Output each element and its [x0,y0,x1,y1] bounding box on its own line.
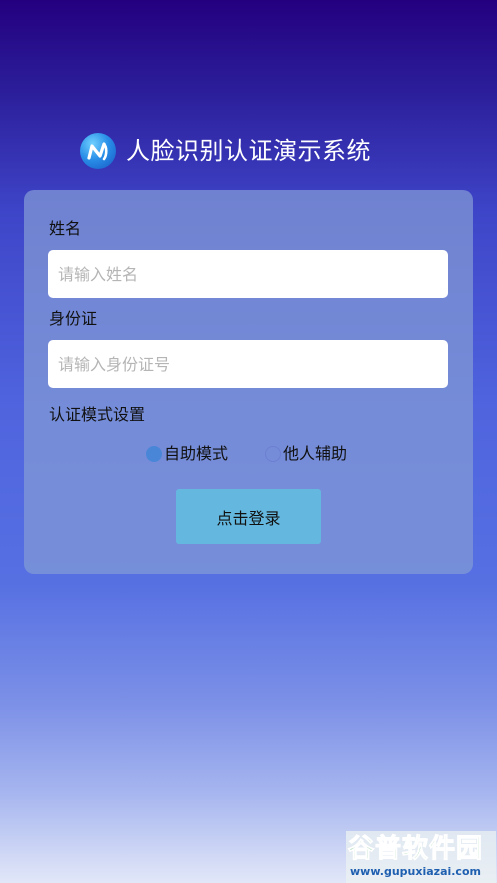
id-card-label: 身份证 [49,309,98,328]
watermark-logo: 谷普软件园 www.gupuxiazai.com [346,831,496,883]
radio-unselected-icon [265,446,281,462]
radio-self-service-label: 自助模式 [164,444,229,463]
radio-selected-icon [146,446,162,462]
login-button[interactable]: 点击登录 [176,489,321,544]
app-title: 人脸识别认证演示系统 [126,137,371,165]
radio-assisted[interactable]: 他人辅助 [265,443,347,465]
name-label: 姓名 [49,219,82,238]
radio-assisted-label: 他人辅助 [283,444,348,463]
login-card: 姓名 身份证 认证模式设置 自助模式 他人辅助 点击登录 [24,190,473,574]
watermark-url: www.gupuxiazai.com [350,865,481,878]
watermark-name: 谷普软件园 [347,834,484,865]
name-input[interactable] [48,250,448,298]
id-card-input[interactable] [48,340,448,388]
app-header: 人脸识别认证演示系统 [0,133,497,171]
app-logo-icon [80,133,116,169]
auth-mode-label: 认证模式设置 [49,405,146,424]
radio-self-service[interactable]: 自助模式 [146,443,228,465]
